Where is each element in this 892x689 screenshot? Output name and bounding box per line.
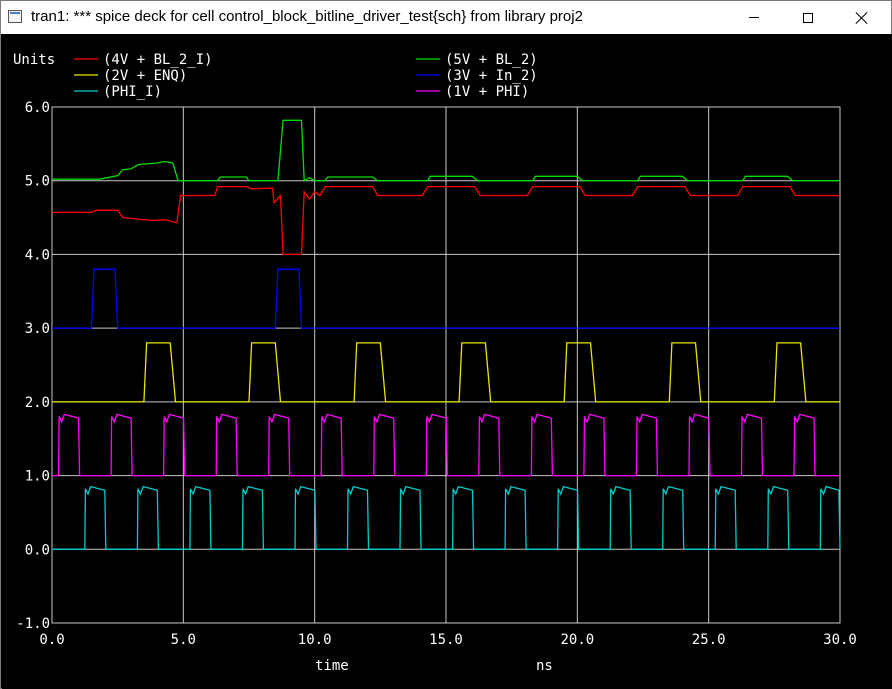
y-axis-label: Units	[13, 52, 55, 68]
x-axis-unit: ns	[536, 658, 553, 674]
x-tick-label: 5.0	[171, 632, 196, 648]
x-tick-label: 25.0	[692, 632, 726, 648]
legend-label: (2V + ENQ)	[103, 68, 187, 84]
waveform-plot[interactable]: -1.0 0.0 1.0 2.0 3.0 4.0 5.0 6.0 0.0 5.0 10.0 15.0…	[2, 34, 892, 689]
legend-label: (1V + PHI)	[445, 84, 529, 100]
y-tick-label: 2.0	[25, 395, 50, 411]
grid-lines	[51, 106, 841, 624]
title-bar[interactable]: tran1: *** spice deck for cell control_b…	[1, 1, 891, 34]
x-axis-label: time	[315, 658, 349, 674]
minimize-button[interactable]	[731, 1, 777, 34]
legend-label: (3V + In_2)	[445, 68, 538, 84]
x-tick-label: 0.0	[39, 632, 64, 648]
close-button[interactable]	[839, 1, 885, 34]
x-tick-labels: 0.0 5.0 10.0 15.0 20.0 25.0 30.0	[39, 632, 857, 648]
x-tick-label: 30.0	[823, 632, 857, 648]
window-title: tran1: *** spice deck for cell control_b…	[31, 8, 583, 25]
y-tick-label: 3.0	[25, 321, 50, 337]
y-tick-label: 4.0	[25, 247, 50, 263]
maximize-icon	[803, 12, 813, 23]
legend-label: (PHI_I)	[103, 84, 162, 100]
x-tick-label: 15.0	[429, 632, 463, 648]
y-tick-label: 5.0	[25, 174, 50, 190]
x-tick-label: 20.0	[560, 632, 594, 648]
maximize-button[interactable]	[785, 1, 831, 34]
y-tick-label: 0.0	[25, 542, 50, 558]
simulation-window: tran1: *** spice deck for cell control_b…	[0, 0, 892, 689]
waveform-chart[interactable]: -1.00.01.02.03.04.05.06.0 0.0 5.0 10.0 15.0…	[2, 34, 892, 689]
y-tick-label: -1.0	[16, 616, 50, 632]
close-icon	[856, 12, 868, 24]
x-tick-label: 10.0	[298, 632, 332, 648]
y-tick-labels: -1.0 0.0 1.0 2.0 3.0 4.0 5.0 6.0	[16, 100, 50, 632]
legend: (4V + BL_2_I) (5V + BL_2) (2V + ENQ) (3V + …	[74, 52, 538, 100]
y-tick-label: 6.0	[25, 100, 50, 116]
minimize-icon	[749, 17, 759, 18]
app-window-icon	[8, 10, 22, 23]
legend-label: (4V + BL_2_I)	[103, 52, 213, 68]
legend-label: (5V + BL_2)	[445, 52, 538, 68]
y-tick-label: 1.0	[25, 469, 50, 485]
